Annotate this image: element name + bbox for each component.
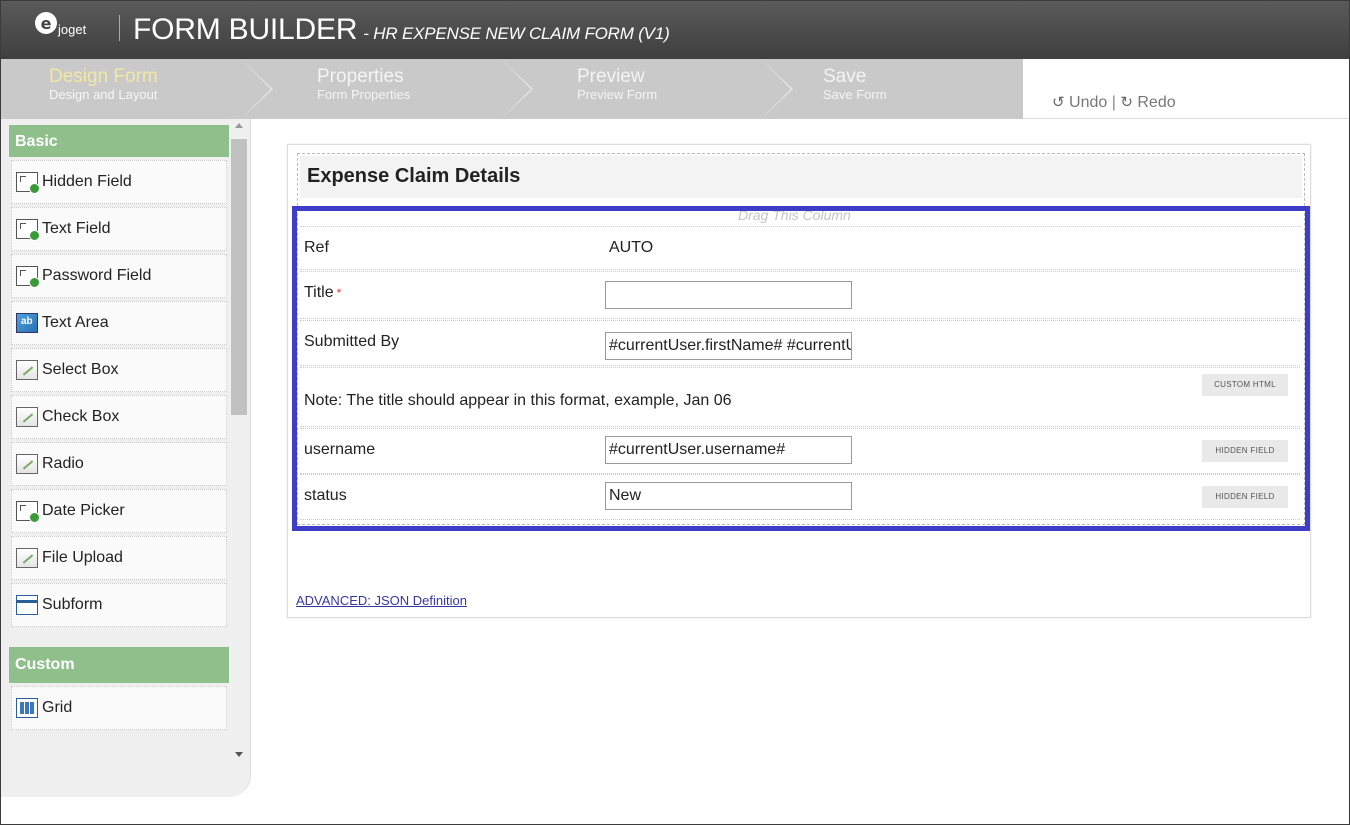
- redo-icon: ↻: [1120, 93, 1133, 111]
- palette-item-label: Password Field: [42, 267, 152, 284]
- palette-item-label: Text Area: [42, 314, 109, 331]
- undo-icon: ↺: [1052, 93, 1065, 111]
- palette-item-label: Text Field: [42, 220, 111, 237]
- palette-item-label: Grid: [42, 699, 73, 716]
- edit-icon: [16, 407, 38, 427]
- palette-item-label: Hidden Field: [42, 173, 132, 190]
- palette-item-check-box[interactable]: Check Box: [11, 395, 227, 439]
- step-chevron: [241, 59, 271, 119]
- step-subtitle: Design and Layout: [49, 87, 158, 102]
- app-header: e joget FORM BUILDER - HR EXPENSE NEW CLA…: [1, 1, 1349, 59]
- palette-item-subform[interactable]: Subform: [11, 583, 227, 627]
- section-title[interactable]: Expense Claim Details: [300, 156, 1302, 198]
- undo-button[interactable]: ↺ Undo: [1052, 93, 1108, 111]
- palette-item-label: Date Picker: [42, 502, 125, 519]
- textarea-icon: [16, 313, 38, 333]
- form-subtitle: - HR EXPENSE NEW CLAIM FORM (V1): [363, 24, 670, 43]
- palette-item-hidden-field[interactable]: Hidden Field: [11, 160, 227, 204]
- page-title: FORM BUILDER - HR EXPENSE NEW CLAIM FORM …: [133, 13, 670, 47]
- json-definition-link[interactable]: ADVANCED: JSON Definition: [296, 593, 467, 608]
- logo-text: joget: [58, 22, 87, 37]
- palette-item-password-field[interactable]: Password Field: [11, 254, 227, 298]
- step-design-form[interactable]: Design Form Design and Layout: [1, 59, 273, 119]
- palette-item-text-field[interactable]: Text Field: [11, 207, 227, 251]
- step-preview[interactable]: Preview Preview Form: [501, 59, 793, 119]
- undo-label: Undo: [1069, 94, 1108, 111]
- palette-item-radio[interactable]: Radio: [11, 442, 227, 486]
- step-chevron: [761, 59, 791, 119]
- edit-icon: [16, 360, 38, 380]
- scrollbar-thumb[interactable]: [231, 139, 247, 415]
- step-subtitle: Form Properties: [317, 87, 411, 102]
- palette-item-label: Radio: [42, 455, 84, 472]
- palette-item-select-box[interactable]: Select Box: [11, 348, 227, 392]
- field-icon: [16, 172, 40, 194]
- form-builder-window: e joget FORM BUILDER - HR EXPENSE NEW CLA…: [0, 0, 1350, 825]
- joget-logo-icon: e: [35, 12, 57, 34]
- palette-item-label: File Upload: [42, 549, 123, 566]
- form-canvas: Expense Claim Details Drag This Column R…: [287, 144, 1311, 618]
- palette-scrollbar[interactable]: [229, 119, 249, 767]
- palette-item-label: Select Box: [42, 361, 119, 378]
- step-title: Properties: [317, 66, 404, 87]
- palette-list: Basic Hidden Field Text Field Password F…: [9, 119, 229, 733]
- step-title: Design Form: [49, 66, 158, 87]
- redo-label: Redo: [1137, 94, 1176, 111]
- step-save[interactable]: Save Save Form: [761, 59, 1023, 119]
- step-subtitle: Preview Form: [577, 87, 658, 102]
- edit-icon: [16, 548, 38, 568]
- step-title: Preview: [577, 66, 645, 87]
- joget-logo[interactable]: e joget: [35, 10, 86, 44]
- palette-item-date-picker[interactable]: Date Picker: [11, 489, 227, 533]
- step-title: Save: [823, 66, 867, 87]
- redo-button[interactable]: ↻ Redo: [1120, 93, 1176, 111]
- header-divider: [119, 15, 120, 41]
- app-title-text: FORM BUILDER: [133, 13, 358, 46]
- toolbar-separator: |: [1111, 94, 1116, 111]
- palette-item-grid[interactable]: Grid: [11, 686, 227, 730]
- scroll-up-arrow-icon[interactable]: [235, 123, 243, 128]
- subform-icon: [16, 595, 38, 615]
- palette-item-file-upload[interactable]: File Upload: [11, 536, 227, 580]
- undo-redo-toolbar: ↺ Undo | ↻ Redo: [1052, 93, 1176, 112]
- field-icon: [16, 219, 40, 241]
- palette-item-text-area[interactable]: Text Area: [11, 301, 227, 345]
- category-custom-header[interactable]: Custom: [9, 647, 229, 683]
- edit-icon: [16, 454, 38, 474]
- category-basic-header[interactable]: Basic: [9, 125, 229, 157]
- field-icon: [16, 501, 40, 523]
- form-section[interactable]: Expense Claim Details Drag This Column R…: [292, 153, 1310, 531]
- selected-column-highlight: [292, 206, 1310, 531]
- palette-item-label: Subform: [42, 596, 103, 613]
- step-subtitle: Save Form: [823, 87, 887, 102]
- wizard-steps: Design Form Design and Layout Properties…: [1, 59, 1349, 119]
- grid-icon: [16, 698, 38, 718]
- field-icon: [16, 266, 40, 288]
- step-properties[interactable]: Properties Form Properties: [241, 59, 533, 119]
- element-palette: Basic Hidden Field Text Field Password F…: [1, 119, 251, 797]
- palette-item-label: Check Box: [42, 408, 120, 425]
- step-chevron: [501, 59, 531, 119]
- scroll-down-arrow-icon[interactable]: [235, 752, 243, 757]
